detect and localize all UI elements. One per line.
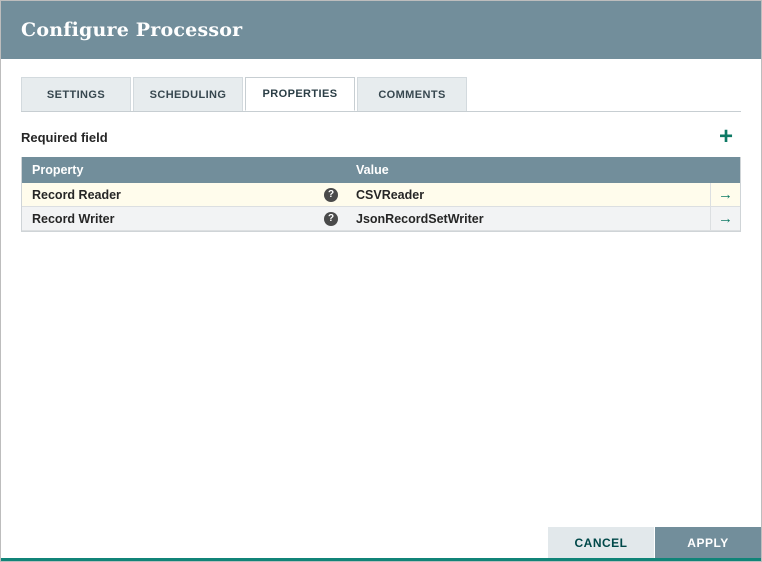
property-name: Record Reader (32, 187, 121, 202)
properties-toolbar: Required field + (21, 121, 741, 153)
go-to-service-button[interactable]: → (710, 207, 740, 230)
cancel-button[interactable]: CANCEL (548, 527, 654, 558)
table-row-record-reader: Record Reader ? CSVReader → (22, 183, 740, 207)
dialog-header: Configure Processor (1, 1, 761, 59)
arrow-right-icon: → (718, 186, 733, 203)
dialog-title: Configure Processor (21, 19, 243, 41)
property-name-cell: Record Writer ? (22, 207, 346, 230)
dialog-footer: CANCEL APPLY (548, 527, 761, 558)
add-property-button[interactable]: + (711, 122, 741, 152)
help-icon[interactable]: ? (324, 187, 338, 202)
property-value-cell[interactable]: JsonRecordSetWriter (346, 207, 710, 230)
configure-processor-dialog: Configure Processor SETTINGS SCHEDULING … (0, 0, 762, 562)
help-icon[interactable]: ? (324, 211, 338, 226)
column-header-value: Value (356, 163, 389, 177)
arrow-right-icon: → (718, 210, 733, 227)
apply-button[interactable]: APPLY (655, 527, 761, 558)
properties-table-header: Property Value (22, 157, 740, 183)
bottom-accent-strip (1, 558, 761, 561)
column-header-property: Property (32, 163, 84, 177)
tab-settings[interactable]: SETTINGS (21, 77, 131, 111)
go-to-service-button[interactable]: → (710, 183, 740, 206)
tab-comments[interactable]: COMMENTS (357, 77, 467, 111)
dialog-body: SETTINGS SCHEDULING PROPERTIES COMMENTS … (1, 59, 761, 232)
property-name: Record Writer (32, 211, 115, 226)
tab-scheduling[interactable]: SCHEDULING (133, 77, 243, 111)
tab-properties[interactable]: PROPERTIES (245, 77, 355, 111)
tab-bar: SETTINGS SCHEDULING PROPERTIES COMMENTS (21, 77, 741, 112)
properties-table: Property Value Record Reader ? CSVReader… (21, 157, 741, 232)
plus-icon: + (718, 123, 733, 150)
required-field-label: Required field (21, 129, 108, 145)
property-value-cell[interactable]: CSVReader (346, 183, 710, 206)
table-row-record-writer: Record Writer ? JsonRecordSetWriter → (22, 207, 740, 231)
property-name-cell: Record Reader ? (22, 183, 346, 206)
